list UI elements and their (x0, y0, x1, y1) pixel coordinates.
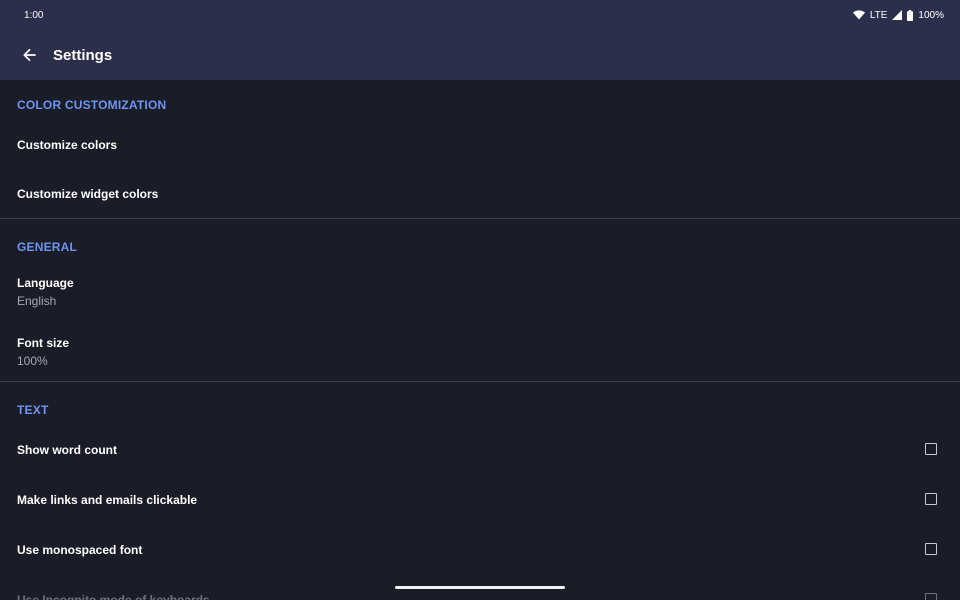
pref-title: Customize colors (17, 138, 118, 152)
section-header-general: GENERAL (17, 240, 78, 254)
section-header-color-customization: COLOR CUSTOMIZATION (17, 98, 167, 112)
pref-incognito-keyboard[interactable]: Use Incognito mode of keyboards (0, 592, 960, 600)
clickable-links-checkbox[interactable] (925, 493, 937, 505)
pref-font-size[interactable]: Font size 100% (0, 335, 960, 369)
section-divider (0, 381, 960, 382)
back-button[interactable] (18, 44, 40, 66)
pref-title: Make links and emails clickable (17, 493, 198, 507)
show-word-count-checkbox[interactable] (925, 443, 937, 455)
app-bar: Settings (0, 30, 960, 80)
pref-title: Language (17, 276, 74, 290)
pref-customize-colors[interactable]: Customize colors (0, 137, 960, 153)
pref-title: Font size (17, 336, 70, 350)
pref-show-word-count[interactable]: Show word count (0, 442, 960, 458)
settings-list: COLOR CUSTOMIZATION Customize colors Cus… (0, 80, 960, 600)
wifi-icon (852, 10, 865, 20)
page-title: Settings (53, 46, 113, 64)
gesture-nav-handle[interactable] (395, 586, 565, 589)
pref-customize-widget-colors[interactable]: Customize widget colors (0, 186, 960, 202)
settings-screen: 1:00 LTE 100% Settings COLOR CUSTOMIZATI… (0, 0, 960, 600)
pref-title: Use Incognito mode of keyboards (17, 593, 210, 600)
pref-title: Customize widget colors (17, 187, 159, 201)
pref-summary: English (17, 294, 57, 308)
pref-summary: 100% (17, 354, 48, 368)
section-divider (0, 218, 960, 219)
pref-title: Show word count (17, 443, 117, 457)
pref-monospaced-font[interactable]: Use monospaced font (0, 542, 960, 558)
battery-level: 100% (918, 9, 944, 21)
status-time: 1:00 (24, 9, 44, 21)
section-header-text: TEXT (17, 403, 49, 417)
incognito-keyboard-checkbox[interactable] (925, 593, 937, 600)
arrow-back-icon (23, 48, 36, 62)
pref-clickable-links[interactable]: Make links and emails clickable (0, 492, 960, 508)
battery-icon (907, 9, 914, 21)
status-icons: LTE 100% (852, 9, 944, 21)
network-type: LTE (869, 9, 888, 21)
pref-title: Use monospaced font (17, 543, 143, 557)
monospaced-font-checkbox[interactable] (925, 543, 937, 555)
pref-language[interactable]: Language English (0, 275, 960, 309)
status-bar: 1:00 LTE 100% (0, 0, 960, 30)
signal-icon (892, 10, 903, 20)
